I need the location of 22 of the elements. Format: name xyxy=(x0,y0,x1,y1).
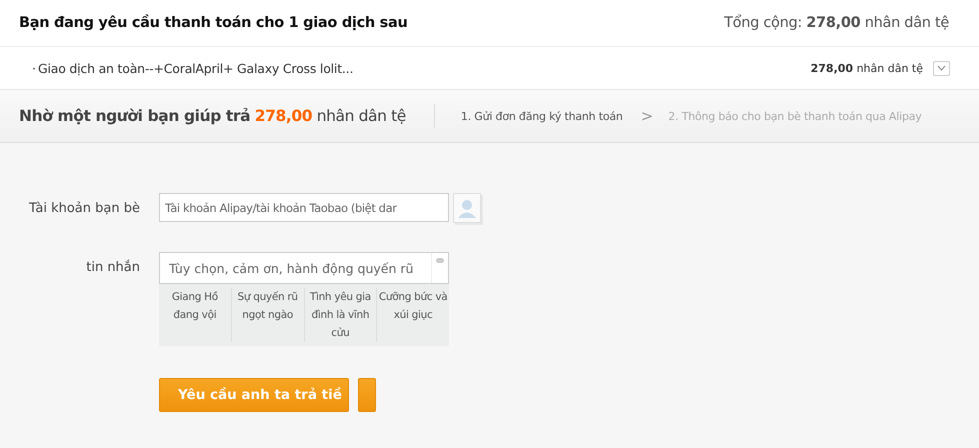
suggestion-item[interactable]: Giang Hồ đang vội xyxy=(159,288,232,342)
step-separator: > xyxy=(640,107,654,125)
step-label: 1. Gửi đơn đăng ký thanh toán xyxy=(460,110,623,122)
page-title: Bạn đang yêu cầu thanh toán cho 1 giao dịch sau xyxy=(19,15,408,31)
total-amount: Tổng cộng: 278,00 nhân dân tệ xyxy=(724,15,949,31)
suggestion-item[interactable]: Sự quyến rũ ngọt ngào xyxy=(232,288,304,342)
person-icon xyxy=(456,197,478,219)
expand-button[interactable] xyxy=(933,60,950,76)
chevron-icon xyxy=(937,65,946,71)
section-title: Nhờ một người bạn giúp trả 278,00 nhân dân tệ xyxy=(19,107,406,125)
message-label: tin nhắn xyxy=(85,258,141,275)
bullet: · xyxy=(32,60,36,76)
contacts-button[interactable] xyxy=(453,193,481,223)
order-amount: 278,00 nhân dân tệ xyxy=(810,62,923,74)
account-field[interactable]: Tài khoản Alipay/tài khoản Taobao (biệt dar xyxy=(159,193,449,222)
suggestion-item[interactable]: Cưỡng bức và xúi giục xyxy=(377,288,449,342)
order-name: Giao dịch an toàn--+CoralApril+ Galaxy Cross lolit... xyxy=(38,60,354,76)
account-label: Tài khoản bạn bè xyxy=(28,200,141,216)
step-label: 2. Thông báo cho bạn bè thanh toán qua Alipay xyxy=(668,110,922,122)
button-edge[interactable] xyxy=(358,378,376,412)
message-field[interactable]: Tùy chọn, cảm ơn, hành động quyến rũ xyxy=(159,252,449,284)
suggestion-item[interactable]: Tình yêu gia đình là vĩnh cửu xyxy=(304,288,378,342)
